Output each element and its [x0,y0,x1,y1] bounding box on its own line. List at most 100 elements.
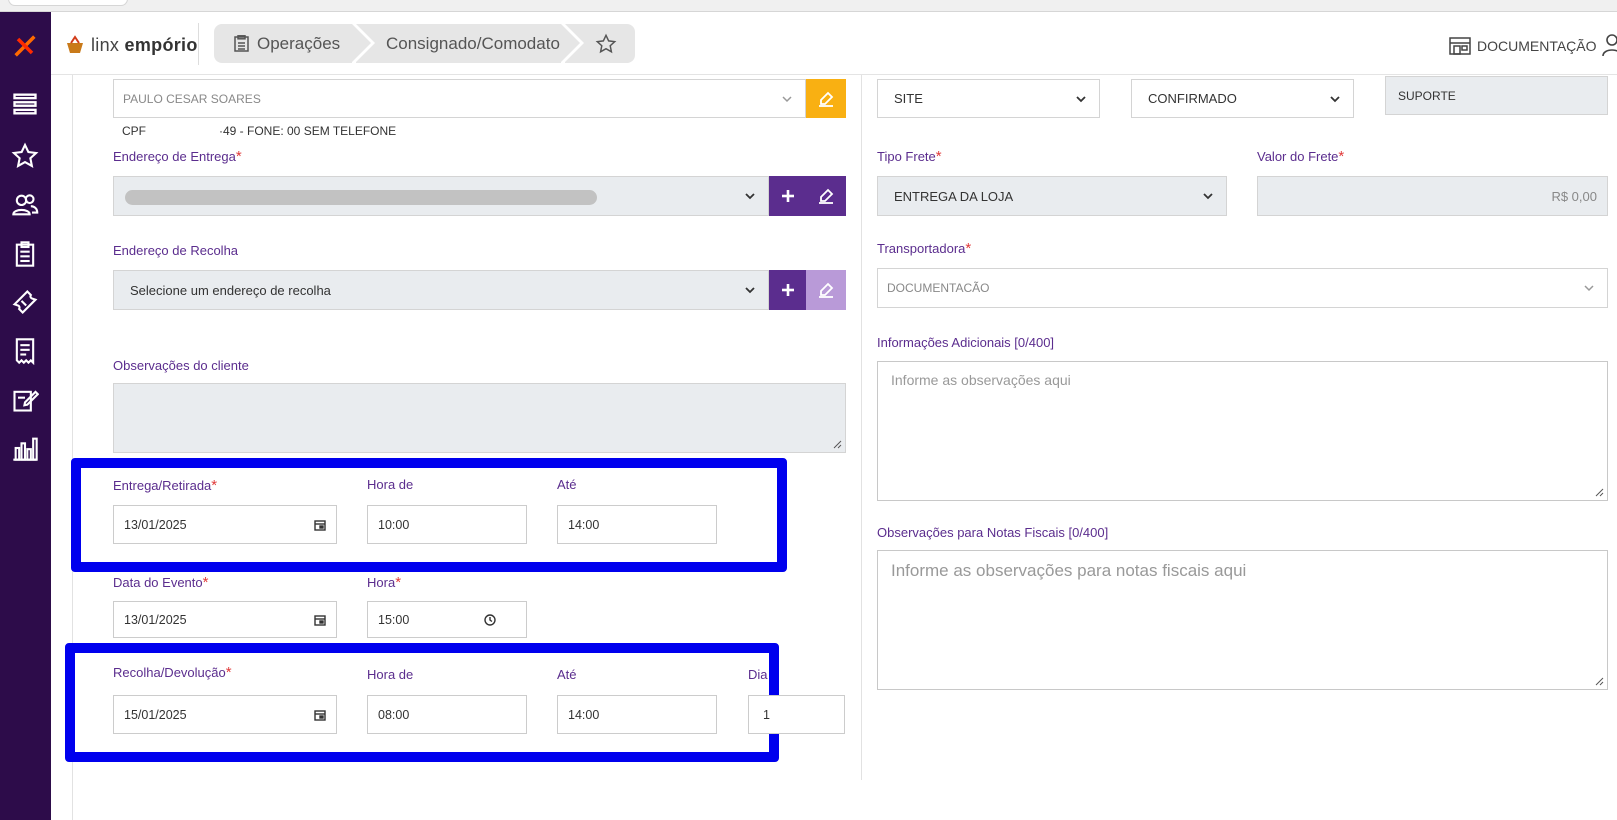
customer-notes-textarea[interactable] [113,383,846,453]
app-logo[interactable]: linx empório [65,32,198,58]
return-to-input[interactable]: 14:00 [557,695,717,734]
resize-handle-icon[interactable] [832,439,842,449]
customer-notes-label: Observações do cliente [113,358,249,373]
documentation-label: DOCUMENTAÇÃO [1477,38,1597,54]
delivery-address-select[interactable] [113,176,769,216]
edit-document-icon[interactable] [9,384,41,416]
calendar-icon[interactable] [314,614,326,626]
delivery-date-label: Entrega/Retirada* [113,477,218,494]
chart-icon[interactable] [9,432,41,464]
star-icon [595,33,617,53]
freight-type-select[interactable]: ENTREGA DA LOJA [877,176,1227,216]
edit-icon [819,282,834,298]
status-value: CONFIRMADO [1148,91,1237,106]
event-date-input[interactable]: 13/01/2025 [113,601,337,638]
event-time-value: 15:00 [378,612,410,627]
invoice-notes-label: Observações para Notas Fiscais [0/400] [877,525,1109,540]
delivery-from-value: 10:00 [378,517,410,532]
clipboard-icon[interactable] [9,238,41,270]
breadcrumb-consignado[interactable]: Consignado/Comodato [356,24,580,63]
logo-icon[interactable] [9,30,41,62]
breadcrumb: Operações Consignado/Comodato [214,24,635,63]
return-days-label: Dia [748,667,768,682]
freight-value-input[interactable]: R$ 0,00 [1257,176,1608,216]
browser-chrome [0,0,1617,12]
channel-select[interactable]: SITE [877,79,1100,118]
redacted-address [125,190,597,205]
delivery-date-value: 13/01/2025 [124,517,187,532]
sidebar [0,12,51,820]
column-divider [861,75,862,780]
invoice-notes-textarea[interactable]: Informe as observações para notas fiscai… [877,550,1608,690]
breadcrumb-label: Operações [257,33,341,53]
top-bar: linx empório Operações Consignado/Comoda… [51,12,1617,75]
user-icon[interactable] [1601,33,1617,57]
customer-doc-info: ·49 - FONE: 00 SEM TELEFONE [219,124,397,138]
resize-handle-icon[interactable] [1594,676,1604,686]
event-date-value: 13/01/2025 [124,612,187,627]
divider [198,23,199,65]
resize-handle-icon[interactable] [1594,487,1604,497]
return-days-input[interactable]: 1 [748,695,845,734]
additional-info-textarea[interactable]: Informe as observações aqui [877,361,1608,501]
delivery-from-input[interactable]: 10:00 [367,505,527,544]
freight-value-label: Valor do Frete* [1257,148,1345,165]
edit-pickup-address-button[interactable] [806,270,846,310]
additional-info-label: Informações Adicionais [0/400] [877,335,1055,350]
edit-delivery-address-button[interactable] [806,176,846,216]
edit-customer-button[interactable] [806,79,846,118]
seller-field: SUPORTE [1385,76,1608,115]
plus-icon [781,284,794,296]
chevron-down-icon [1330,95,1340,102]
pickup-address-select[interactable]: Selecione um endereço de recolha [113,270,769,310]
clock-icon[interactable] [484,613,496,626]
ticket-icon[interactable] [9,286,41,318]
calendar-icon[interactable] [314,519,326,531]
invoice-notes-placeholder: Informe as observações para notas fiscai… [891,561,1247,580]
add-delivery-address-button[interactable] [769,176,806,216]
breadcrumb-operations[interactable]: Operações [214,24,371,63]
delivery-date-input[interactable]: 13/01/2025 [113,505,337,544]
chevron-down-icon [745,287,755,294]
browser-tab[interactable] [8,0,128,6]
return-from-label: Hora de [367,667,414,682]
freight-type-label: Tipo Frete* [877,148,942,165]
documentation-link[interactable]: DOCUMENTAÇÃO [1449,37,1597,55]
return-date-value: 15/01/2025 [124,707,187,722]
return-to-label: Até [557,667,577,682]
plus-icon [781,190,794,202]
delivery-from-label: Hora de [367,477,414,492]
add-pickup-address-button[interactable] [769,270,806,310]
calendar-icon[interactable] [314,709,326,721]
additional-info-placeholder: Informe as observações aqui [891,372,1071,388]
return-to-value: 14:00 [568,707,600,722]
chevron-down-icon [1584,285,1594,292]
customer-select[interactable]: PAULO CESAR SOARES [113,79,806,118]
chevron-down-icon [782,95,792,102]
chevron-down-icon [745,193,755,200]
chevron-down-icon [1076,95,1086,102]
return-days-value: 1 [763,707,770,722]
status-select[interactable]: CONFIRMADO [1131,79,1354,118]
customer-doc-label: CPF [122,124,146,138]
delivery-address-label: Endereço de Entrega* [113,148,242,165]
return-from-value: 08:00 [378,707,410,722]
breadcrumb-label: Consignado/Comodato [386,33,560,53]
star-icon[interactable] [9,140,41,172]
freight-value: R$ 0,00 [1551,188,1597,204]
pickup-address-value: Selecione um endereço de recolha [130,282,331,298]
return-from-input[interactable]: 08:00 [367,695,527,734]
carrier-select[interactable]: DOCUMENTACÃO [877,268,1608,308]
menu-icon[interactable] [9,88,41,120]
edit-icon [819,91,834,107]
event-time-input[interactable]: 15:00 [367,601,527,638]
store-icon [1449,37,1471,55]
delivery-to-input[interactable]: 14:00 [557,505,717,544]
event-date-label: Data do Evento* [113,574,209,591]
seller-value: SUPORTE [1398,88,1456,103]
delivery-to-value: 14:00 [568,517,600,532]
chevron-down-icon [1203,193,1213,200]
users-icon[interactable] [9,189,41,221]
return-date-input[interactable]: 15/01/2025 [113,695,337,734]
receipt-icon[interactable] [9,335,41,367]
